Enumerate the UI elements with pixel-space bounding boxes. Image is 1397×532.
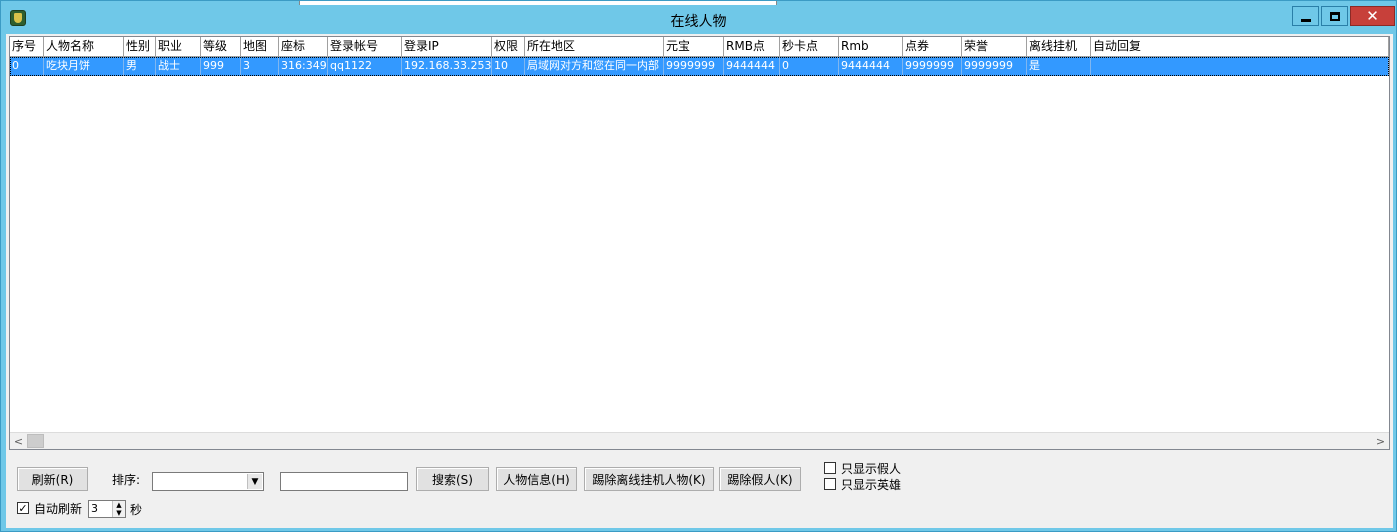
- table-cell: 316:349: [279, 57, 328, 76]
- spinner-arrows-icon[interactable]: ▲ ▼: [112, 501, 125, 517]
- table-cell: 9999999: [664, 57, 724, 76]
- scrollbar-thumb[interactable]: [27, 434, 44, 448]
- search-input[interactable]: [280, 472, 408, 491]
- table-cell: 0: [10, 57, 44, 76]
- close-button[interactable]: ✕: [1350, 6, 1395, 26]
- background-window-edge: [299, 1, 777, 5]
- chevron-down-icon[interactable]: ▼: [247, 474, 262, 489]
- auto-refresh-label: 自动刷新: [34, 502, 83, 516]
- maximize-icon: [1329, 11, 1340, 21]
- list-header: 序号 人物名称 性别 职业 等级 地图 座标 登录帐号 登录IP 权限 所在地区 元宝 RMB点 秒卡点 R…: [10, 37, 1389, 57]
- column-header[interactable]: 点券: [903, 37, 962, 57]
- table-cell: 10: [492, 57, 525, 76]
- sort-select[interactable]: ▼: [152, 472, 264, 491]
- table-cell: 9444444: [724, 57, 780, 76]
- table-cell: 3: [241, 57, 279, 76]
- column-header[interactable]: 秒卡点: [780, 37, 839, 57]
- column-header[interactable]: 座标: [279, 37, 328, 57]
- only-fake-checkbox[interactable]: [824, 462, 836, 474]
- column-header[interactable]: 序号: [10, 37, 44, 57]
- scroll-left-icon[interactable]: <: [10, 433, 27, 449]
- column-header[interactable]: 登录帐号: [328, 37, 402, 57]
- window-title: 在线人物: [670, 14, 727, 30]
- column-header[interactable]: Rmb: [839, 37, 903, 57]
- column-header[interactable]: 元宝: [664, 37, 724, 57]
- client-area: 序号 人物名称 性别 职业 等级 地图 座标 登录帐号 登录IP 权限 所在地区 元宝 RMB点 秒卡点 R…: [6, 34, 1393, 528]
- sort-label: 排序:: [112, 473, 141, 487]
- search-button[interactable]: 搜索(S): [416, 467, 489, 491]
- main-window: 在线人物 ✕ 序号 人物名称 性别 职业 等级 地图 座标 登录帐号 登录IP 权限 所在地区 元宝 R…: [0, 0, 1397, 532]
- only-hero-label: 只显示英雄: [841, 478, 902, 492]
- kick-fake-button[interactable]: 踢除假人(K): [719, 467, 801, 491]
- column-header[interactable]: 等级: [201, 37, 241, 57]
- kick-offline-button[interactable]: 踢除离线挂机人物(K): [584, 467, 714, 491]
- table-cell: 男: [124, 57, 156, 76]
- title-bar[interactable]: 在线人物 ✕: [1, 1, 1396, 34]
- maximize-button[interactable]: [1321, 6, 1348, 26]
- list-rows: 0 吃块月饼男战士 999 3 316:349 qq1122 192.168.33.253 1…: [10, 57, 1389, 76]
- column-header[interactable]: 职业: [156, 37, 201, 57]
- players-list[interactable]: 序号 人物名称 性别 职业 等级 地图 座标 登录帐号 登录IP 权限 所在地区 元宝 RMB点 秒卡点 R…: [9, 36, 1390, 450]
- player-info-button[interactable]: 人物信息(H): [496, 467, 577, 491]
- minimize-button[interactable]: [1292, 6, 1319, 26]
- table-cell: 战士: [156, 57, 201, 76]
- refresh-interval-value: 3: [91, 502, 98, 515]
- refresh-button[interactable]: 刷新(R): [17, 467, 88, 491]
- minimize-icon: [1300, 18, 1311, 22]
- horizontal-scrollbar[interactable]: < >: [10, 432, 1389, 449]
- column-header[interactable]: 登录IP: [402, 37, 492, 57]
- only-hero-checkbox[interactable]: [824, 478, 836, 490]
- column-header[interactable]: 所在地区: [525, 37, 664, 57]
- close-icon: ✕: [1366, 6, 1379, 25]
- column-header[interactable]: 地图: [241, 37, 279, 57]
- auto-refresh-checkbox[interactable]: ✓: [17, 502, 29, 514]
- table-cell: [1091, 57, 1389, 76]
- controls-panel: 刷新(R) 排序: ▼ 搜索(S) 人物信息(H) 踢除离线挂机人物(K) 踢除…: [9, 452, 1390, 526]
- table-cell: 9444444: [839, 57, 903, 76]
- column-header[interactable]: 荣誉: [962, 37, 1027, 57]
- table-cell: 999: [201, 57, 241, 76]
- seconds-label: 秒: [130, 503, 143, 517]
- column-header[interactable]: 性别: [124, 37, 156, 57]
- table-cell: 9999999: [962, 57, 1027, 76]
- only-fake-label: 只显示假人: [841, 462, 902, 476]
- table-cell: 是: [1027, 57, 1091, 76]
- auto-refresh-check-icon: ✓: [18, 501, 28, 515]
- column-header[interactable]: 自动回复: [1091, 37, 1389, 57]
- column-header[interactable]: 权限: [492, 37, 525, 57]
- refresh-interval-spinner[interactable]: 3 ▲ ▼: [88, 500, 126, 518]
- column-header[interactable]: RMB点: [724, 37, 780, 57]
- table-cell: 吃块月饼: [44, 57, 124, 76]
- column-header[interactable]: 人物名称: [44, 37, 124, 57]
- table-cell: 0: [780, 57, 839, 76]
- table-cell: 9999999: [903, 57, 962, 76]
- table-cell: 192.168.33.253: [402, 57, 492, 76]
- scroll-right-icon[interactable]: >: [1372, 433, 1389, 449]
- table-row[interactable]: 0 吃块月饼男战士 999 3 316:349 qq1122 192.168.33.253 1…: [10, 57, 1389, 76]
- table-cell: qq1122: [328, 57, 402, 76]
- table-cell: 局域网对方和您在同一内部: [525, 57, 664, 76]
- column-header[interactable]: 离线挂机: [1027, 37, 1091, 57]
